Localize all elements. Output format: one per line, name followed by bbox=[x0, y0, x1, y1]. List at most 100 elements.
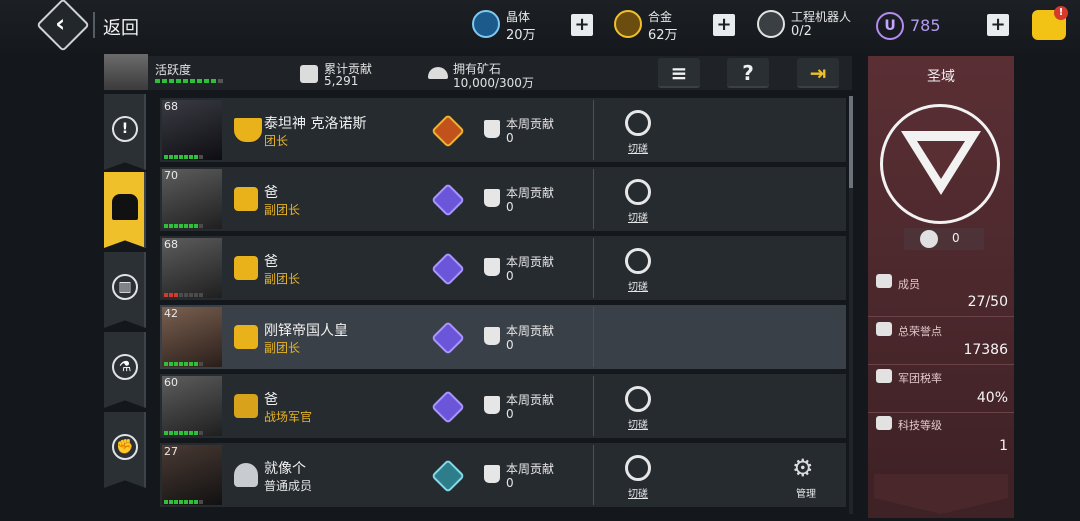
honor-label: 总荣誉点 bbox=[898, 325, 942, 338]
member-activity-meter bbox=[164, 155, 203, 159]
honor-value: 17386 bbox=[963, 342, 1008, 358]
resource-value: 62万 bbox=[648, 28, 678, 43]
chevron-left-icon: ‹ bbox=[55, 9, 66, 38]
crystal-icon bbox=[472, 10, 500, 38]
weekly-contribution-label: 本周贡献 bbox=[506, 255, 555, 269]
member-activity-meter bbox=[164, 224, 203, 228]
weekly-contribution-label: 本周贡献 bbox=[506, 186, 555, 200]
member-level: 68 bbox=[164, 238, 178, 251]
add-premium-button[interactable]: + bbox=[987, 14, 1009, 36]
weekly-contribution-label: 本周贡献 bbox=[506, 117, 555, 131]
member-row[interactable]: 68 泰坦神 克洛诺斯 团长 本周贡献 0 切磋 bbox=[160, 98, 846, 162]
weekly-contribution-value: 0 bbox=[506, 476, 514, 490]
help-icon: ? bbox=[742, 61, 754, 85]
back-button[interactable]: ‹ bbox=[36, 0, 90, 52]
tier-badge-icon bbox=[431, 321, 465, 355]
divider bbox=[93, 12, 95, 38]
member-role: 副团长 bbox=[264, 341, 301, 355]
member-row[interactable]: 27 就像个 普通成员 本周贡献 0 切磋 ⚙ 管理 bbox=[160, 443, 846, 507]
divider bbox=[593, 238, 594, 298]
manage-label: 管理 bbox=[796, 489, 816, 500]
emblem-triangle-inner bbox=[917, 141, 965, 179]
weekly-contribution-value: 0 bbox=[506, 407, 514, 421]
orb-icon bbox=[920, 230, 938, 248]
panel-footer bbox=[874, 474, 1008, 514]
tax-value: 40% bbox=[976, 390, 1008, 406]
scrollbar-thumb[interactable] bbox=[849, 96, 853, 188]
divider bbox=[593, 169, 594, 229]
member-row[interactable]: 60 爸 战场军官 本周贡献 0 切磋 bbox=[160, 374, 846, 438]
guild-name: 圣域 bbox=[927, 69, 955, 85]
member-name: 爸 bbox=[264, 185, 278, 201]
fist-icon bbox=[484, 465, 500, 483]
alloy-icon bbox=[614, 10, 642, 38]
help-button[interactable]: ? bbox=[727, 58, 769, 88]
spar-button[interactable]: 切磋 bbox=[622, 110, 654, 156]
spar-icon bbox=[625, 386, 651, 412]
manage-button[interactable]: ⚙ 管理 bbox=[786, 455, 826, 501]
tab-members[interactable] bbox=[104, 172, 146, 248]
member-name: 爸 bbox=[264, 392, 278, 408]
divider bbox=[868, 316, 1014, 317]
member-row-self[interactable]: 42 刚铎帝国人皇 副团长 本周贡献 0 bbox=[160, 305, 846, 369]
tab-buildings[interactable]: ▥ bbox=[104, 252, 146, 328]
gear-icon: ⚙ bbox=[792, 454, 814, 482]
divider bbox=[593, 307, 594, 367]
member-role: 副团长 bbox=[264, 272, 301, 286]
fist-icon bbox=[484, 258, 500, 276]
spar-icon bbox=[625, 110, 651, 136]
spar-button[interactable]: 切磋 bbox=[622, 248, 654, 294]
user-icon bbox=[112, 194, 138, 220]
list-button[interactable]: ≡ bbox=[658, 58, 700, 88]
member-level: 27 bbox=[164, 445, 178, 458]
tier-badge-icon bbox=[431, 252, 465, 286]
tab-battle[interactable]: ✊ bbox=[104, 412, 146, 488]
member-activity-meter bbox=[164, 362, 203, 366]
tab-research[interactable]: ⚗ bbox=[104, 332, 146, 408]
spar-button[interactable]: 切磋 bbox=[622, 386, 654, 432]
back-label[interactable]: 返回 bbox=[103, 14, 139, 40]
member-rank-icon bbox=[234, 463, 258, 487]
member-list[interactable]: 68 泰坦神 克洛诺斯 团长 本周贡献 0 切磋 70 爸 副团长 本周贡献 0… bbox=[160, 96, 848, 514]
exit-guild-button[interactable]: ⇥ bbox=[797, 58, 839, 88]
tab-info[interactable]: ! bbox=[104, 94, 146, 170]
divider bbox=[868, 364, 1014, 365]
spar-button[interactable]: 切磋 bbox=[622, 455, 654, 501]
emblem-stat: 0 bbox=[904, 228, 984, 250]
add-alloy-button[interactable]: + bbox=[713, 14, 735, 36]
notification-badge: ! bbox=[1054, 6, 1068, 20]
tier-badge-icon bbox=[431, 114, 465, 148]
divider bbox=[593, 100, 594, 160]
add-crystal-button[interactable]: + bbox=[571, 14, 593, 36]
member-name: 刚铎帝国人皇 bbox=[264, 323, 348, 339]
microscope-icon: ⚗ bbox=[112, 354, 138, 380]
emblem-stat-value: 0 bbox=[952, 231, 960, 245]
alert-icon: ! bbox=[112, 116, 138, 142]
member-role: 普通成员 bbox=[264, 479, 313, 493]
microscope-icon bbox=[876, 416, 892, 430]
spar-button[interactable]: 切磋 bbox=[622, 179, 654, 225]
guild-emblem-icon[interactable] bbox=[880, 104, 1000, 224]
member-activity-meter bbox=[164, 293, 203, 297]
weekly-contribution-label: 本周贡献 bbox=[506, 462, 555, 476]
robot-icon bbox=[757, 10, 785, 38]
member-level: 42 bbox=[164, 307, 178, 320]
list-icon: ≡ bbox=[670, 61, 688, 85]
tech-label: 科技等级 bbox=[898, 419, 942, 432]
tier-badge-icon bbox=[431, 459, 465, 493]
member-row[interactable]: 68 爸 副团长 本周贡献 0 切磋 bbox=[160, 236, 846, 300]
spar-label: 切磋 bbox=[628, 213, 648, 224]
commander-rank-icon bbox=[234, 118, 262, 142]
resource-value: 0/2 bbox=[791, 24, 812, 39]
member-list-scrollbar[interactable] bbox=[849, 96, 853, 514]
divider bbox=[593, 445, 594, 505]
player-avatar[interactable] bbox=[104, 54, 148, 90]
weekly-contribution-value: 0 bbox=[506, 338, 514, 352]
premium-currency-icon: U bbox=[876, 12, 904, 40]
vice-rank-icon bbox=[234, 256, 258, 280]
total-contribution-value: 5,291 bbox=[324, 74, 359, 88]
member-row[interactable]: 70 爸 副团长 本周贡献 0 切磋 bbox=[160, 167, 846, 231]
resource-name: 晶体 bbox=[506, 10, 531, 24]
fist-icon bbox=[484, 189, 500, 207]
spar-label: 切磋 bbox=[628, 282, 648, 293]
